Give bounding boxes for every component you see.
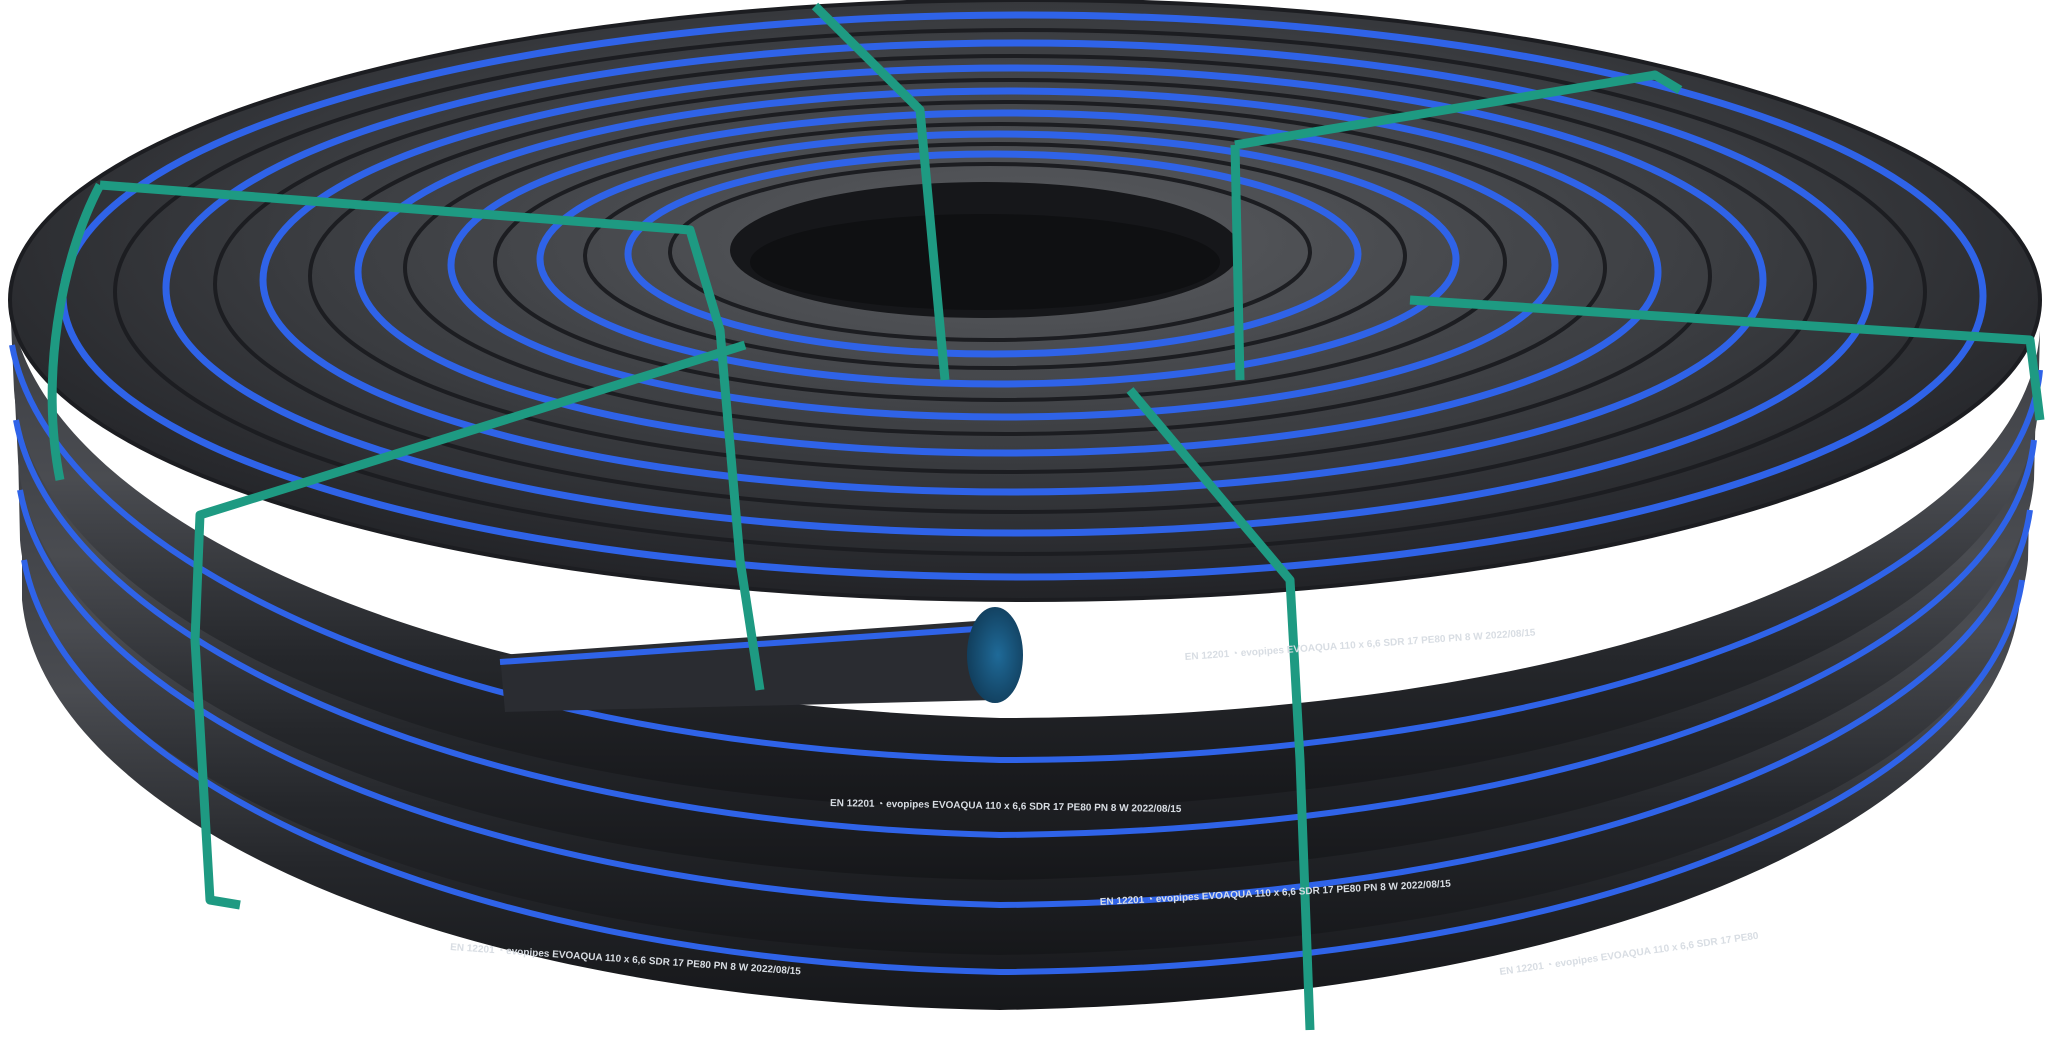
pipe-coil-photo: EN 12201 ◔ evopipes EVOAQUA 110 x 6,6 SD… bbox=[8, 0, 2045, 1031]
svg-text:EN 12201 ◔ evopipes EVOAQU: EN 12201 ◔ evopipes EVOAQUA 110 x 6,6 SD… bbox=[1184, 627, 1536, 663]
coil-top-loops bbox=[8, 0, 2042, 602]
pipe-end bbox=[499, 607, 1023, 712]
